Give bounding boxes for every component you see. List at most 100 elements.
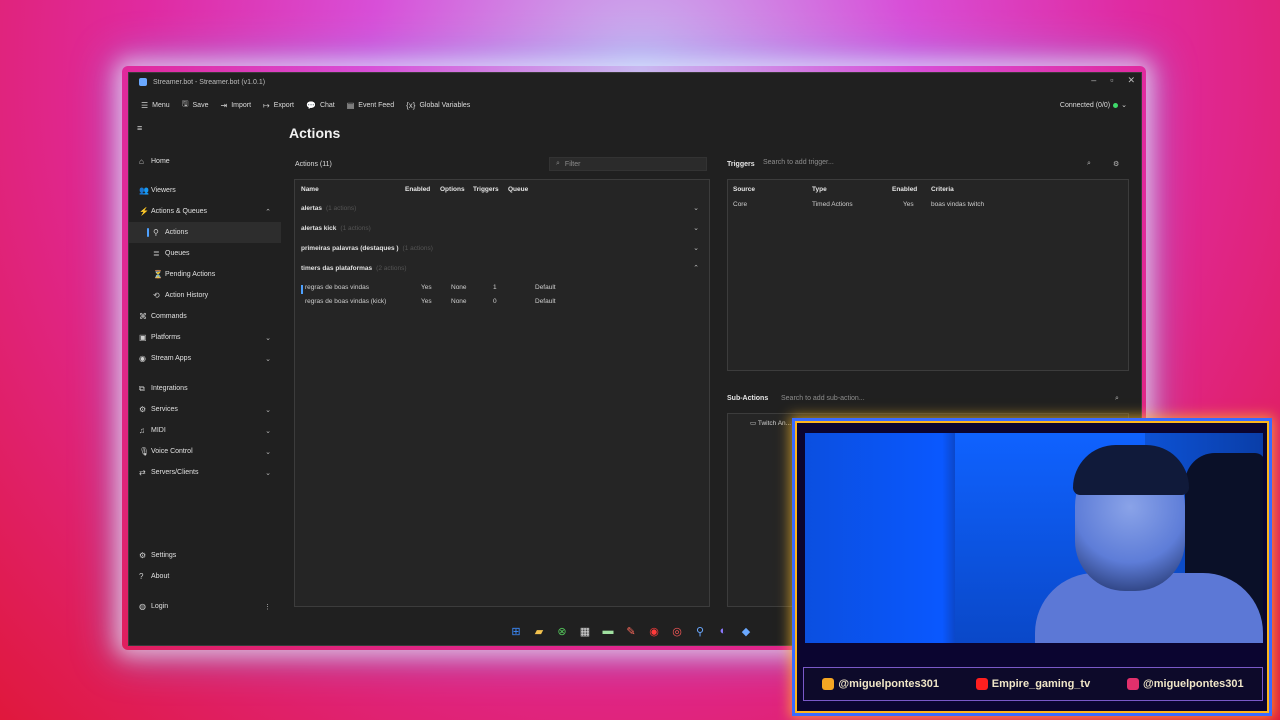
sidebar-item-label: Integrations <box>151 385 188 392</box>
column-criteria[interactable]: Criteria <box>931 186 954 193</box>
chrome-icon[interactable]: ◎ <box>670 625 684 638</box>
menu-button[interactable]: ☰ Menu <box>141 101 170 110</box>
column-name[interactable]: Name <box>301 186 319 193</box>
sidebar-item-label: Platforms <box>151 334 181 341</box>
column-options[interactable]: Options <box>440 186 465 193</box>
save-icon: 🖫 <box>181 99 189 108</box>
action-group-timers[interactable]: timers das plataformas (2 actions) ⌃ <box>301 260 703 276</box>
column-source[interactable]: Source <box>733 186 755 193</box>
streamerbot-icon[interactable]: ⚲ <box>693 625 707 638</box>
save-button[interactable]: 🖫 Save <box>182 98 209 112</box>
actions-count: Actions (11) <box>295 161 332 168</box>
actions-column-headers: Name Enabled Options Triggers Queue <box>301 186 701 196</box>
sidebar-item-actions-queues[interactable]: ⚡ Actions & Queues ⌃ <box>129 201 281 222</box>
sidebar-item-integrations[interactable]: ⧉ Integrations <box>129 378 281 399</box>
sidebar-item-voice-control[interactable]: 🎙 Voice Control ⌄ <box>129 441 281 462</box>
sidebar-item-action-history[interactable]: ⟲ Action History <box>129 285 281 306</box>
minimize-icon[interactable]: – <box>1091 75 1096 86</box>
midi-icon: ♫ <box>139 426 145 435</box>
webcam-overlay: @miguelpontes301 Empire_gaming_tv @migue… <box>792 418 1272 716</box>
triggers-title: Triggers <box>727 161 755 168</box>
row-queue: Default <box>535 298 556 305</box>
stream-apps-icon: ◉ <box>139 354 146 363</box>
connection-status[interactable]: Connected (0/0) ⌄ <box>1060 101 1127 110</box>
paint-icon[interactable]: ✎ <box>624 625 638 638</box>
sidebar-item-label: Login <box>151 603 169 610</box>
chat-button[interactable]: 💬 Chat <box>306 101 335 110</box>
sidebar-item-platforms[interactable]: ▣ Platforms ⌄ <box>129 327 281 348</box>
taskbar: ⊞ ▰ ⊗ ▦ ▬ ✎ ◉ ◎ ⚲ ◐ ◆ <box>509 621 753 641</box>
history-icon: ⟲ <box>153 291 160 300</box>
youtube-logo-icon <box>975 678 988 690</box>
queues-icon: ≣ <box>153 249 160 258</box>
subaction-item[interactable]: ▭ Twitch An... <box>750 419 791 427</box>
trigger-criteria[interactable]: boas vindas twitch <box>931 201 984 208</box>
sidebar-toggle-icon[interactable]: ≡ <box>137 123 142 133</box>
sidebar-item-label: MIDI <box>151 427 166 434</box>
page-title: Actions <box>289 125 341 141</box>
chevron-down-icon[interactable]: ⌄ <box>693 244 699 252</box>
chevron-up-icon[interactable]: ⌃ <box>693 264 699 272</box>
sidebar-item-midi[interactable]: ♫ MIDI ⌄ <box>129 420 281 441</box>
action-group-alertas-kick[interactable]: alertas kick (1 actions) ⌄ <box>301 220 703 236</box>
xbox-icon[interactable]: ⊗ <box>555 625 569 638</box>
services-icon: ⚙ <box>139 405 147 414</box>
sidebar-item-label: Services <box>151 406 178 413</box>
sidebar-item-pending-actions[interactable]: ⏳ Pending Actions <box>129 264 281 285</box>
event-feed-button[interactable]: ▤ Event Feed <box>347 101 394 110</box>
sidebar-item-servers-clients[interactable]: ⇄ Servers/Clients ⌄ <box>129 462 281 483</box>
sidebar-item-settings[interactable]: ⚙ Settings <box>129 545 281 566</box>
menu-icon: ☰ <box>141 100 149 110</box>
action-group-primeiras-palavras[interactable]: primeiras palavras (destaques ) (1 action… <box>301 240 703 256</box>
column-triggers[interactable]: Triggers <box>473 186 499 193</box>
action-group-alertas[interactable]: alertas (1 actions) ⌄ <box>301 200 703 216</box>
import-label: Import <box>231 101 252 109</box>
windows-start-icon[interactable]: ⊞ <box>509 625 523 638</box>
trigger-source[interactable]: Core <box>733 201 747 208</box>
chevron-down-icon: ⌄ <box>1121 102 1127 109</box>
sidebar-item-home[interactable]: ⌂ Home <box>129 151 281 172</box>
column-enabled[interactable]: Enabled <box>892 186 917 193</box>
webcam-video <box>805 433 1263 643</box>
maximize-icon[interactable]: ▫ <box>1110 75 1113 86</box>
discord-icon[interactable]: ◐ <box>716 625 730 637</box>
trigger-enabled[interactable]: Yes <box>903 201 914 208</box>
trigger-type[interactable]: Timed Actions <box>812 201 853 208</box>
sidebar-item-stream-apps[interactable]: ◉ Stream Apps ⌄ <box>129 348 281 369</box>
search-icon[interactable]: ⌕ <box>1115 395 1119 403</box>
chevron-down-icon[interactable]: ⌄ <box>693 224 699 232</box>
gear-icon[interactable]: ⚙ <box>1113 160 1119 168</box>
search-icon[interactable]: ⌕ <box>1087 160 1091 168</box>
sidebar-item-login[interactable]: ◍ Login ⋮ <box>129 596 281 617</box>
close-icon[interactable]: ✕ <box>1127 75 1135 86</box>
sidebar-item-label: Queues <box>165 250 190 257</box>
save-label: Save <box>192 101 209 109</box>
chevron-down-icon[interactable]: ⌄ <box>693 204 699 212</box>
column-enabled[interactable]: Enabled <box>405 186 430 193</box>
sidebar-item-commands[interactable]: ⌘ Commands <box>129 306 281 327</box>
folder-icon[interactable]: ▰ <box>532 625 546 638</box>
global-variables-button[interactable]: {x} Global Variables <box>406 101 470 110</box>
import-button[interactable]: ⇥ Import <box>220 101 251 110</box>
column-queue[interactable]: Queue <box>508 186 528 193</box>
table-row[interactable]: regras de boas vindas (kick) Yes None 0 … <box>303 298 703 310</box>
record-icon[interactable]: ◉ <box>647 625 661 638</box>
sidebar-item-services[interactable]: ⚙ Services ⌄ <box>129 399 281 420</box>
export-button[interactable]: ↦ Export <box>263 101 294 110</box>
sidebar-item-queues[interactable]: ≣ Queues <box>129 243 281 264</box>
app-icon[interactable]: ◆ <box>739 625 753 638</box>
sidebar-item-about[interactable]: ? About <box>129 566 281 587</box>
trigger-search-input[interactable]: Search to add trigger... <box>763 159 1103 166</box>
filter-input[interactable]: ⌕ Filter <box>549 157 707 171</box>
table-row[interactable]: regras de boas vindas Yes None 1 Default <box>301 284 703 296</box>
subaction-search-input[interactable]: Search to add sub-action... <box>781 395 865 402</box>
sidebar-item-viewers[interactable]: 👥 Viewers <box>129 180 281 201</box>
integrations-icon: ⧉ <box>139 383 145 393</box>
terminal-icon[interactable]: ▬ <box>601 625 615 637</box>
group-name: alertas <box>301 204 322 212</box>
menu-bar: ☰ Menu 🖫 Save ⇥ Import ↦ Export 💬 Chat ▤ Event… <box>129 95 1141 115</box>
column-type[interactable]: Type <box>812 186 827 193</box>
calendar-icon[interactable]: ▦ <box>578 625 592 638</box>
row-options: None <box>451 298 467 305</box>
sidebar-item-actions[interactable]: ⚲ Actions <box>129 222 281 243</box>
